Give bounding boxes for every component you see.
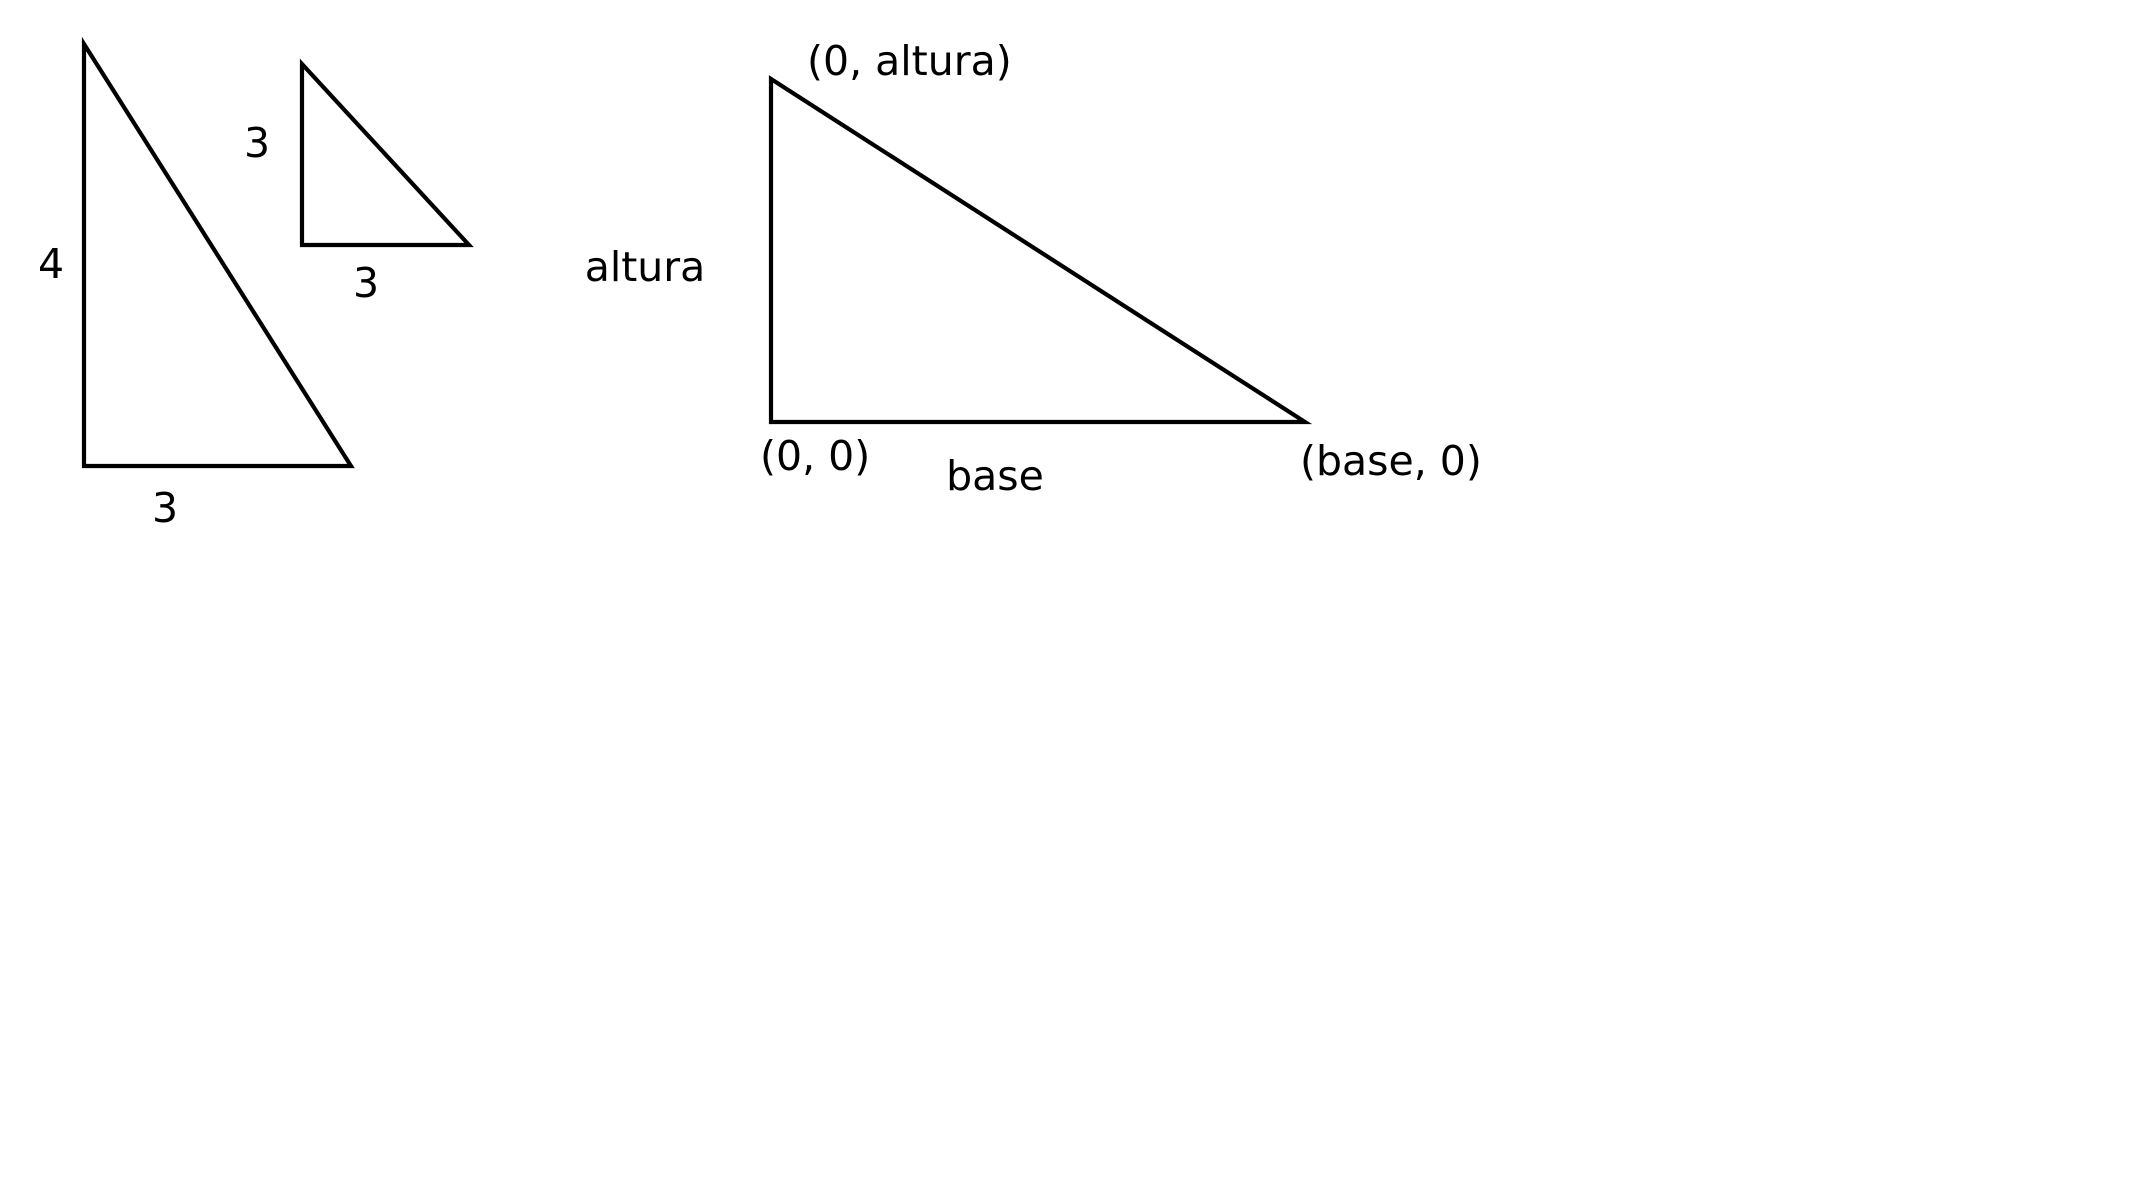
height-label: altura	[585, 243, 706, 291]
origin-vertex-label: (0, 0)	[760, 432, 870, 480]
small-triangle-height-label: 3	[244, 119, 270, 167]
diagram-canvas: 4 3 3 3 (0, altura) altura (0, 0) base (…	[38, 36, 1482, 532]
large-triangle-base-label: 3	[152, 484, 178, 532]
small-triangle-group: 3 3	[244, 58, 474, 307]
small-triangle	[299, 58, 474, 248]
base-label: base	[946, 452, 1044, 500]
large-triangle-height-label: 4	[38, 240, 64, 288]
right-vertex-label: (base, 0)	[1300, 437, 1482, 485]
large-triangle	[81, 36, 355, 469]
small-triangle-base-label: 3	[353, 259, 379, 307]
coordinate-triangle-group: (0, altura) altura (0, 0) base (base, 0)	[585, 37, 1482, 500]
coordinate-triangle	[768, 75, 1313, 425]
top-vertex-label: (0, altura)	[807, 37, 1012, 85]
